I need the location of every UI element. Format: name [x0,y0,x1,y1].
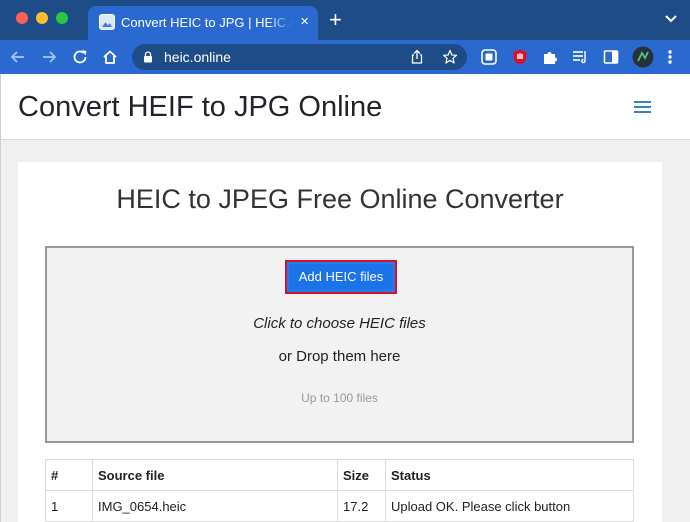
drop-files-text: or Drop them here [278,348,401,365]
tab-title: Convert HEIC to JPG | HEIC.online [121,15,293,30]
screenshot-extension-icon[interactable] [480,48,498,66]
row-number: 1 [45,490,93,522]
table-row: 1 IMG_0654.heic 17.2 Upload OK. Please c… [45,490,634,522]
window-close-button[interactable] [16,12,28,24]
add-heic-files-button[interactable]: Add HEIC files [285,260,397,294]
files-table: # Source file Size Status 1 IMG_0654.hei… [45,459,634,522]
browser-tab-active[interactable]: Convert HEIC to JPG | HEIC.online × [88,6,318,40]
window-zoom-button[interactable] [56,12,68,24]
share-icon[interactable] [409,49,425,65]
site-header: Convert HEIF to JPG Online [1,74,690,140]
column-header-source-file: Source file [92,459,338,491]
lock-icon[interactable] [143,51,153,63]
reload-icon[interactable] [71,48,89,66]
reading-list-icon[interactable] [571,48,589,66]
tab-close-icon[interactable]: × [300,13,309,31]
home-icon[interactable] [101,48,119,66]
browser-menu-icon[interactable] [666,48,674,66]
column-header-status: Status [385,459,634,491]
row-source-file: IMG_0654.heic [92,490,338,522]
profile-avatar-icon[interactable] [632,46,654,68]
page-viewport: Convert HEIF to JPG Online HEIC to JPEG … [0,74,690,522]
page-title: HEIC to JPEG Free Online Converter [116,184,564,214]
column-header-number: # [45,459,93,491]
table-header-row: # Source file Size Status [45,459,634,491]
row-status: Upload OK. Please click button [385,490,634,522]
side-panel-icon[interactable] [602,48,620,66]
row-size: 17.2 [337,490,386,522]
converter-card: HEIC to JPEG Free Online Converter Add H… [18,162,662,522]
window-minimize-button[interactable] [36,12,48,24]
tab-search-chevron-icon[interactable] [664,12,678,26]
forward-arrow-icon[interactable] [40,48,58,66]
address-bar[interactable]: heic.online [132,44,467,70]
file-limit-text: Up to 100 files [301,391,378,405]
ublock-shield-icon[interactable] [511,48,529,66]
url-text: heic.online [164,49,231,65]
browser-tab-strip: Convert HEIC to JPG | HEIC.online × + [0,0,690,40]
site-favicon-icon [99,14,115,30]
column-header-size: Size [337,459,386,491]
hamburger-icon[interactable] [634,101,651,113]
site-title[interactable]: Convert HEIF to JPG Online [18,91,382,124]
back-arrow-icon[interactable] [9,48,27,66]
file-drop-zone[interactable]: Add HEIC files Click to choose HEIC file… [45,246,634,443]
choose-files-text[interactable]: Click to choose HEIC files [47,315,632,332]
new-tab-button[interactable]: + [329,8,342,32]
bookmark-star-icon[interactable] [442,49,458,65]
extensions-puzzle-icon[interactable] [541,48,559,66]
add-heic-files-label: Add HEIC files [298,269,384,284]
